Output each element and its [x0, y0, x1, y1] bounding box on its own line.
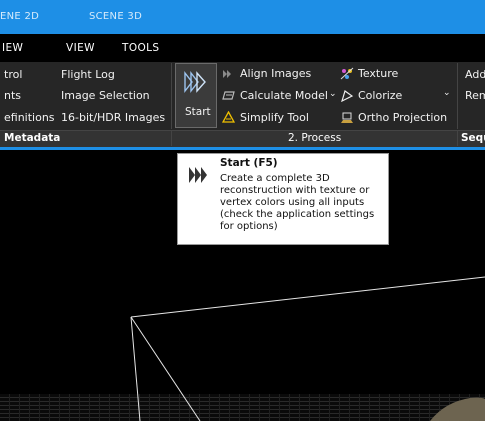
ortho-projection-icon: [340, 111, 354, 127]
menu-view[interactable]: VIEW: [66, 34, 95, 62]
ribbon-flight-log[interactable]: Flight Log: [61, 68, 115, 81]
ribbon-remove[interactable]: Rem: [465, 89, 485, 102]
ribbon-16bit-hdr[interactable]: 16-bit/HDR Images: [61, 111, 165, 124]
simplify-tool-icon: [221, 110, 236, 126]
ribbon-separator: [171, 63, 172, 129]
group-label-sequence: Sequ: [461, 132, 485, 144]
tab-scene-3d[interactable]: SCENE 3D: [89, 0, 142, 34]
menu-view-left[interactable]: IEW: [2, 34, 23, 62]
start-button[interactable]: Start: [175, 63, 217, 128]
ribbon-definitions[interactable]: efinitions: [4, 111, 55, 124]
tab-scene-2d[interactable]: ENE 2D: [0, 0, 39, 34]
group-separator: [171, 131, 172, 146]
tooltip-body: Create a complete 3D reconstruction with…: [220, 173, 375, 232]
ground-grid: [0, 394, 485, 421]
start-icon: [187, 164, 211, 189]
start-tooltip: Start (F5) Create a complete 3D reconstr…: [177, 153, 389, 245]
start-label: Start: [185, 106, 211, 118]
menu-tools[interactable]: TOOLS: [122, 34, 159, 62]
ribbon-calculate-model[interactable]: Calculate Model: [240, 89, 328, 102]
ribbon-separator: [457, 63, 458, 129]
ribbon-control[interactable]: trol: [4, 68, 22, 81]
group-separator: [457, 131, 458, 146]
ribbon-texture[interactable]: Texture: [358, 67, 398, 80]
ribbon-image-selection[interactable]: Image Selection: [61, 89, 150, 102]
chevron-down-icon[interactable]: ⌄: [329, 89, 337, 99]
ribbon-ortho-projection[interactable]: Ortho Projection: [358, 111, 447, 124]
ribbon-align-images[interactable]: Align Images: [240, 67, 311, 80]
ribbon-add[interactable]: Add: [465, 68, 485, 81]
start-icon: [183, 69, 211, 98]
texture-icon: [340, 67, 354, 83]
tooltip-title: Start (F5): [220, 157, 278, 169]
ribbon-group-bar: [0, 130, 485, 147]
align-images-icon: [222, 68, 234, 83]
colorize-icon: [340, 89, 354, 105]
group-label-process: 2. Process: [288, 132, 342, 144]
ribbon-simplify-tool[interactable]: Simplify Tool: [240, 111, 309, 124]
calculate-model-icon: [222, 90, 235, 104]
ribbon-points[interactable]: nts: [4, 89, 21, 102]
chevron-down-icon[interactable]: ⌄: [443, 88, 451, 98]
group-label-metadata: Metadata: [4, 132, 61, 144]
ribbon-colorize[interactable]: Colorize: [358, 89, 402, 102]
scene-tab-bar: [0, 0, 485, 34]
